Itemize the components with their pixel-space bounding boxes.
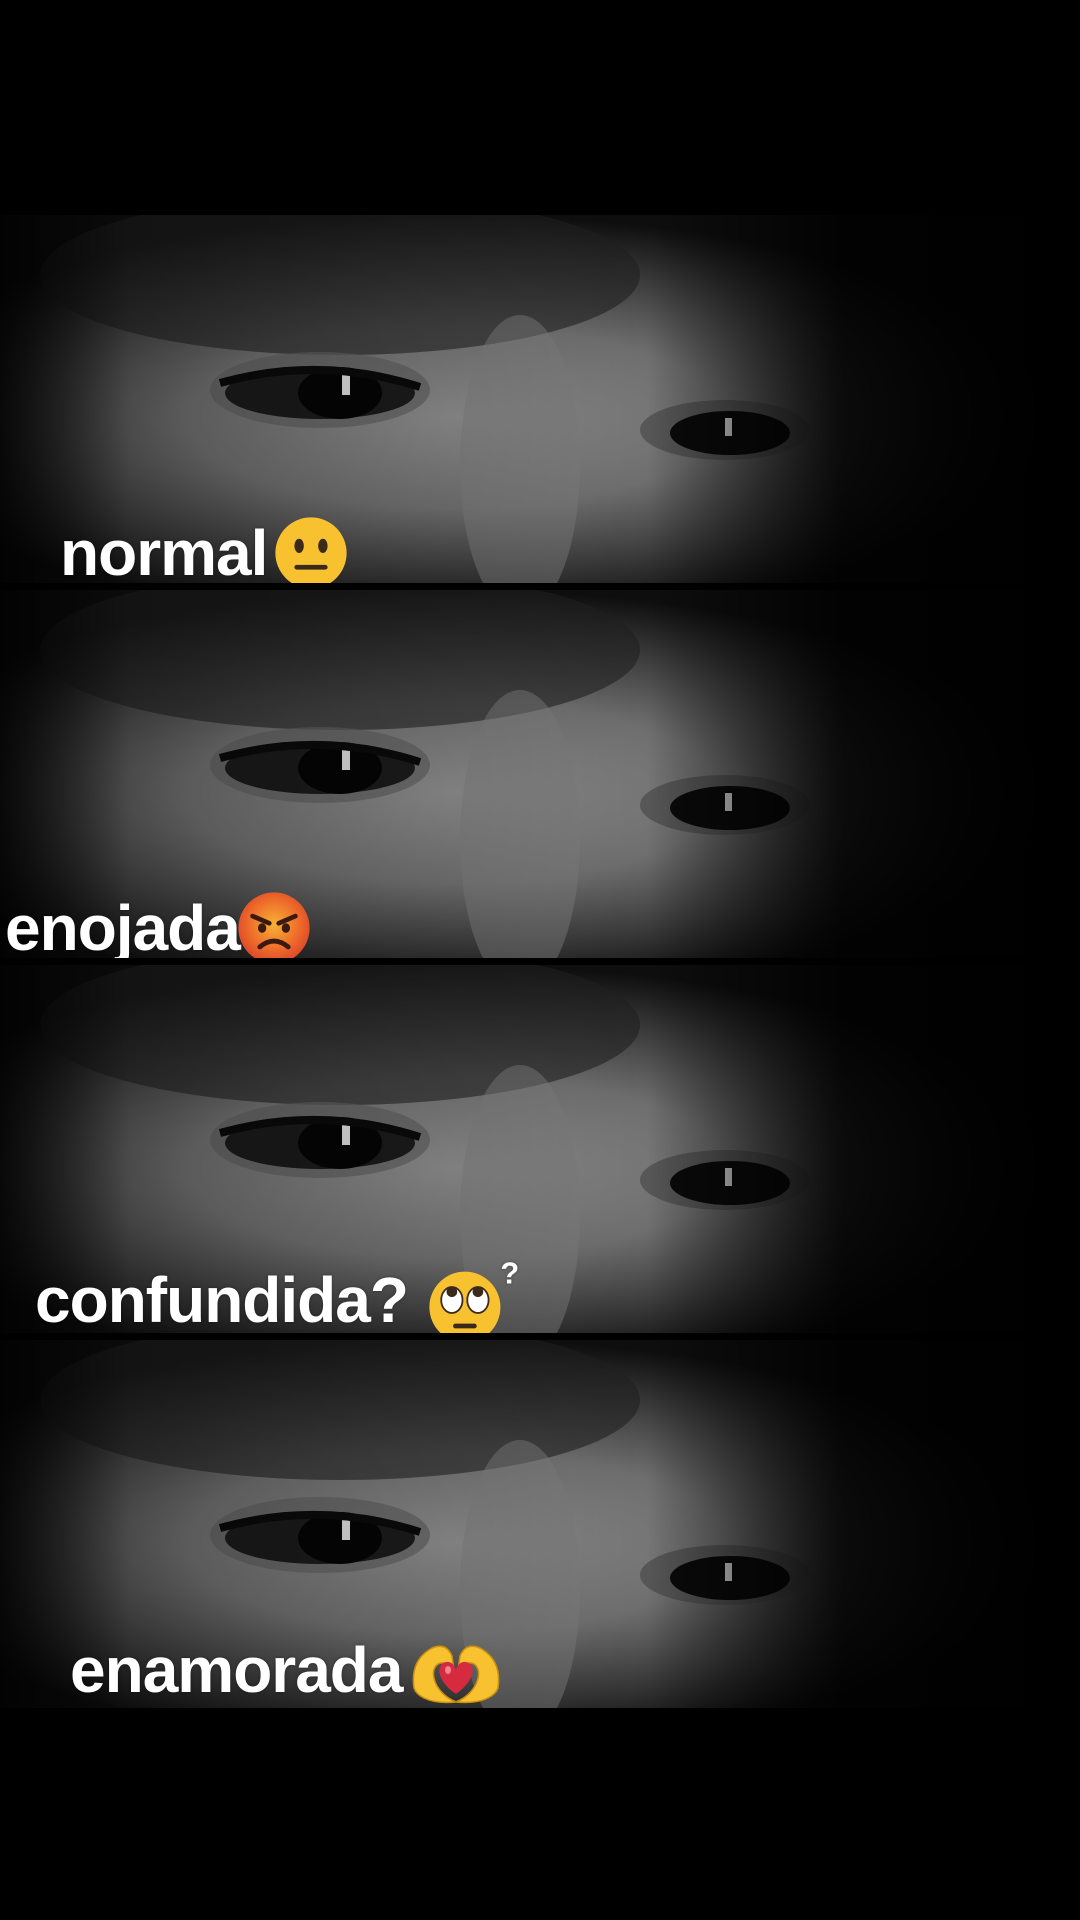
caption-normal: normal [60, 515, 349, 583]
rolling-eyes-question-icon: ? [422, 1255, 522, 1333]
angry-face-icon [236, 890, 312, 958]
caption-text: enamorada [70, 1634, 403, 1706]
heart-hands-icon [406, 1630, 506, 1708]
face-panel-2: enojada [0, 590, 1080, 958]
face-panel-4: enamorada [0, 1340, 1080, 1708]
svg-text:?: ? [500, 1255, 518, 1290]
face-panel-3: confundida? ? [0, 965, 1080, 1333]
caption-text: confundida? [35, 1264, 409, 1333]
neutral-face-icon [273, 515, 349, 583]
caption-confundida: confundida? ? [35, 1255, 522, 1333]
video-frame: normal enojada confundida? ? enamorada [0, 0, 1080, 1920]
caption-text: normal [60, 517, 268, 583]
caption-enojada: enojada [5, 890, 312, 958]
caption-text: enojada [5, 892, 241, 958]
caption-enamorada: enamorada [70, 1630, 506, 1708]
face-panel-1: normal [0, 215, 1080, 583]
